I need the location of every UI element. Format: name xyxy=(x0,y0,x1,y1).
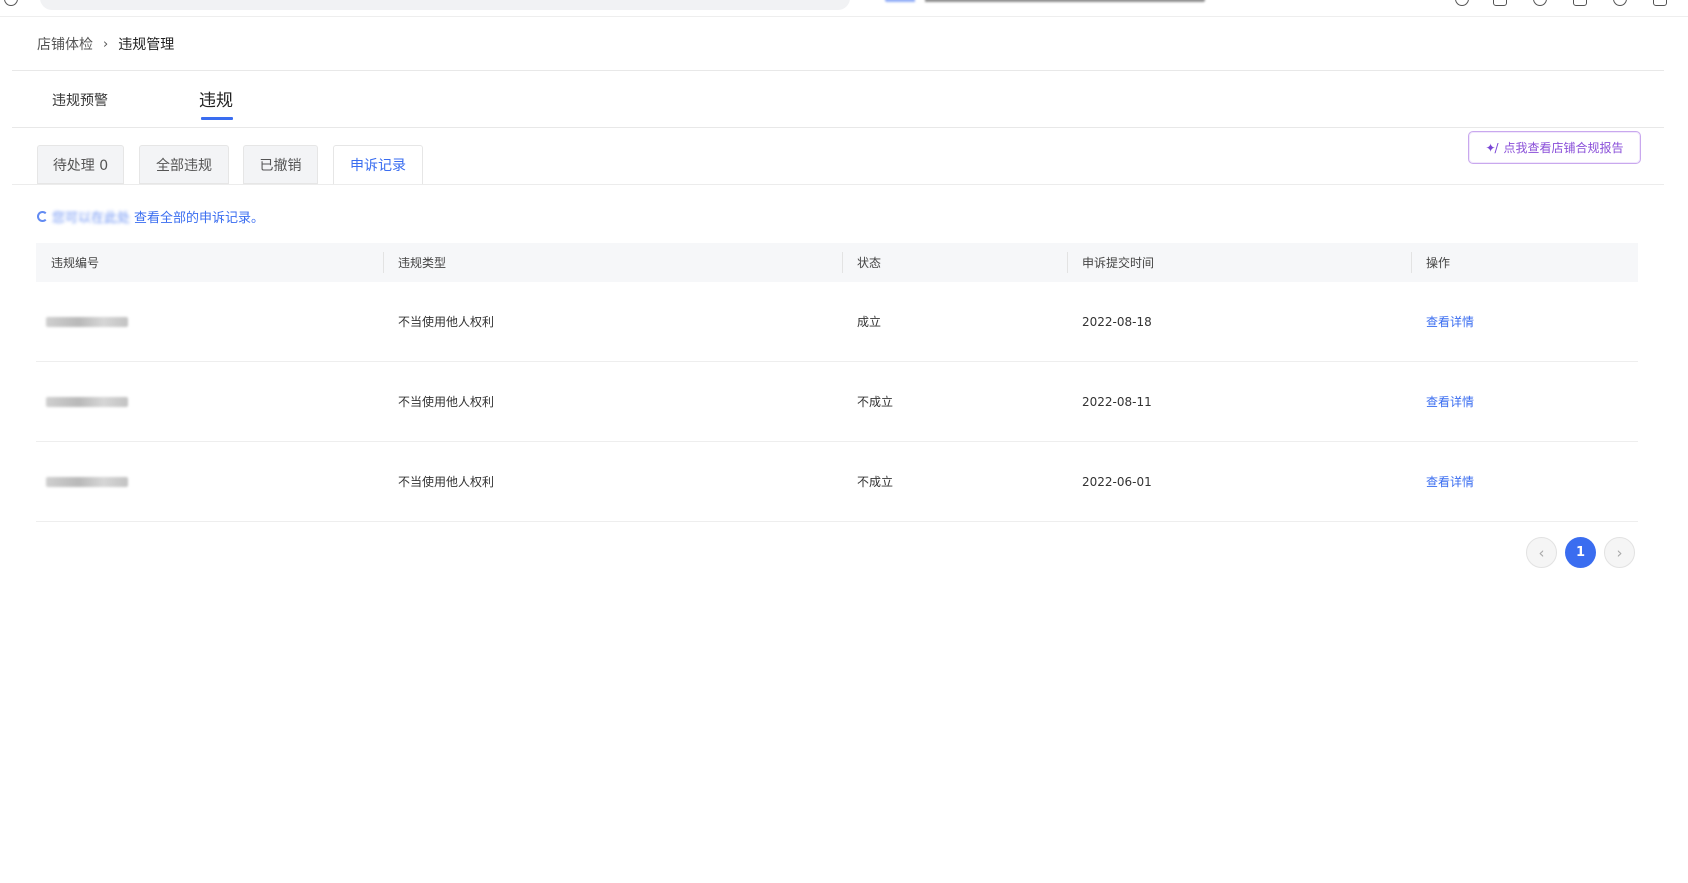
submit-time: 2022-08-11 xyxy=(1082,394,1152,409)
view-details-link[interactable]: 查看详情 xyxy=(1426,393,1474,410)
sparkle-icon: ✦/ xyxy=(1485,140,1498,155)
toolbar-icon-3[interactable] xyxy=(1533,0,1547,6)
column-header-id: 违规编号 xyxy=(51,256,100,270)
divider xyxy=(12,70,1664,71)
page-header-text-blurred xyxy=(885,0,1205,2)
column-header-time: 申诉提交时间 xyxy=(1067,243,1411,282)
subtab-all-violations[interactable]: 全部违规 xyxy=(139,145,229,184)
subtab-pending[interactable]: 待处理 0 xyxy=(37,145,124,184)
tab-violation-warning[interactable]: 违规预警 xyxy=(52,90,108,110)
violation-type: 不当使用他人权利 xyxy=(398,315,495,329)
violation-type: 不当使用他人权利 xyxy=(398,395,495,409)
violation-type: 不当使用他人权利 xyxy=(398,475,495,489)
divider xyxy=(12,184,1664,185)
table-row: 不当使用他人权利 不成立 2022-06-01 查看详情 xyxy=(36,442,1638,522)
submit-time: 2022-08-18 xyxy=(1082,314,1152,329)
message-icon[interactable] xyxy=(1653,0,1667,6)
status: 成立 xyxy=(857,315,882,329)
browser-top-strip xyxy=(0,0,1688,17)
notice-prefix: 您可以在此处 xyxy=(52,211,131,226)
compliance-report-button[interactable]: ✦/ 点我查看店铺合规报告 xyxy=(1468,131,1641,164)
breadcrumb: 店铺体检 › 违规管理 xyxy=(37,34,174,54)
pagination: ‹ 1 › xyxy=(1526,537,1635,568)
subtab-appeal-records[interactable]: 申诉记录 xyxy=(333,145,423,185)
view-details-link[interactable]: 查看详情 xyxy=(1426,313,1474,330)
toolbar-icon-4[interactable] xyxy=(1573,0,1587,6)
appeal-records-table: 违规编号 违规类型 状态 申诉提交时间 操作 不当使用他人权利 成立 2022-… xyxy=(36,243,1638,522)
prev-page-button[interactable]: ‹ xyxy=(1526,537,1557,568)
info-icon[interactable] xyxy=(4,0,18,6)
violation-id-blurred xyxy=(36,442,383,521)
breadcrumb-parent[interactable]: 店铺体检 xyxy=(37,34,93,54)
breadcrumb-current: 违规管理 xyxy=(118,37,175,53)
column-header-status: 状态 xyxy=(842,243,1067,282)
loading-icon xyxy=(37,211,48,222)
status: 不成立 xyxy=(857,395,894,409)
page-1-button[interactable]: 1 xyxy=(1565,537,1596,568)
compliance-report-label: 点我查看店铺合规报告 xyxy=(1503,141,1624,155)
notice-text: 查看全部的申诉记录。 xyxy=(134,211,265,226)
violation-id-blurred xyxy=(36,362,383,441)
violation-id-blurred xyxy=(36,282,383,361)
column-header-type: 违规类型 xyxy=(383,243,842,282)
tab-violation[interactable]: 违规 xyxy=(199,86,233,120)
submit-time: 2022-06-01 xyxy=(1082,474,1152,489)
next-page-button[interactable]: › xyxy=(1604,537,1635,568)
table-header: 违规编号 违规类型 状态 申诉提交时间 操作 xyxy=(36,243,1638,282)
divider xyxy=(12,127,1664,128)
help-icon[interactable] xyxy=(1613,0,1627,6)
notice: 您可以在此处 查看全部的申诉记录。 xyxy=(37,207,264,226)
toolbar-icon-2[interactable] xyxy=(1493,0,1507,6)
subtab-revoked[interactable]: 已撤销 xyxy=(243,145,318,184)
toolbar-icon-1[interactable] xyxy=(1455,0,1469,6)
address-bar[interactable] xyxy=(40,0,850,10)
table-row: 不当使用他人权利 不成立 2022-08-11 查看详情 xyxy=(36,362,1638,442)
status: 不成立 xyxy=(857,475,894,489)
column-header-action: 操作 xyxy=(1411,243,1638,282)
table-row: 不当使用他人权利 成立 2022-08-18 查看详情 xyxy=(36,282,1638,362)
view-details-link[interactable]: 查看详情 xyxy=(1426,473,1474,490)
chevron-right-icon: › xyxy=(103,36,109,52)
